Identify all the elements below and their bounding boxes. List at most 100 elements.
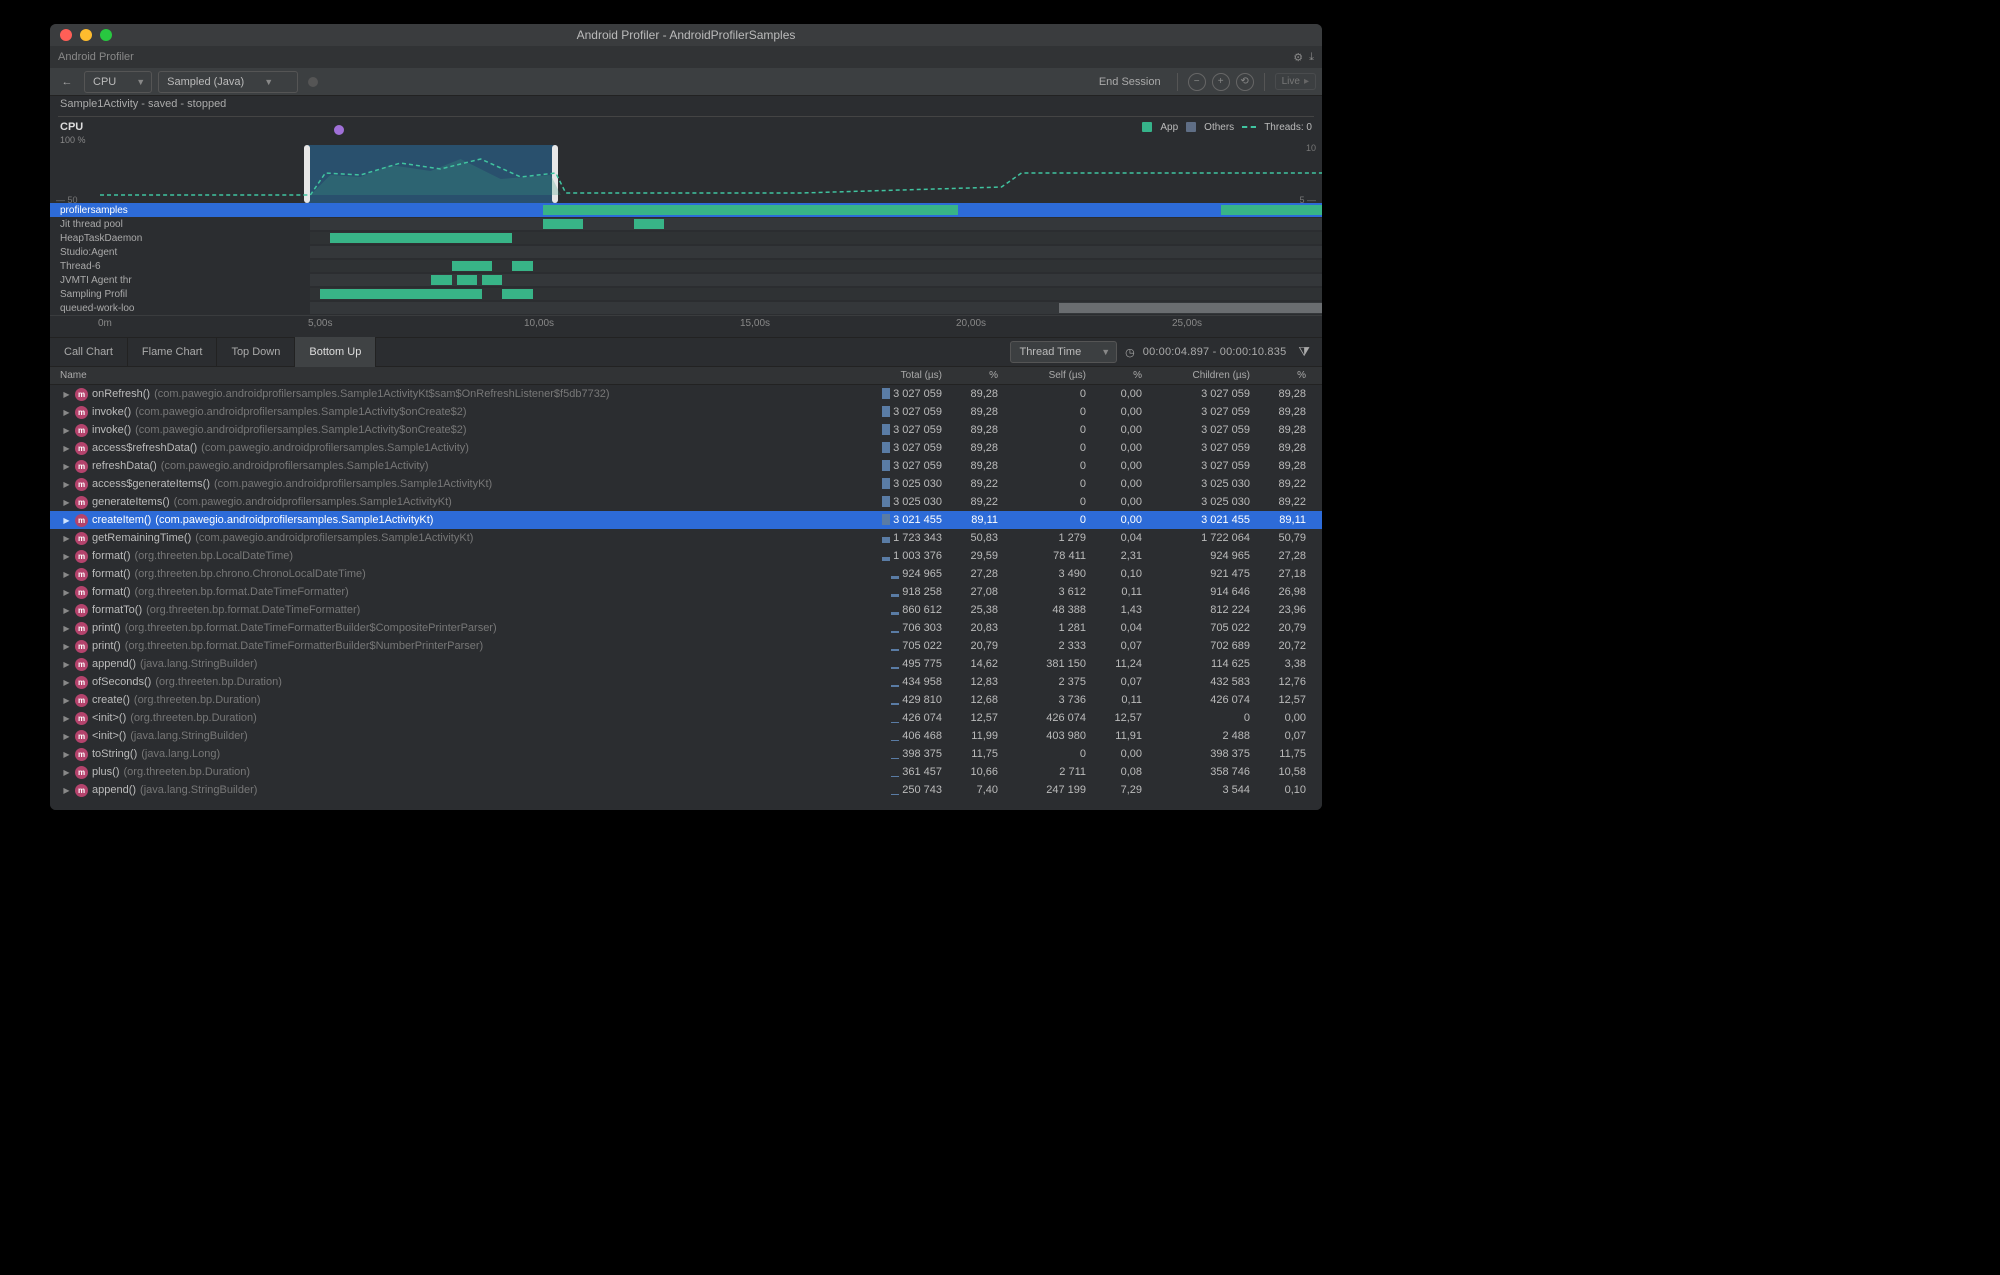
table-row[interactable]: ▶mappend() (java.lang.StringBuilder)250 …	[50, 781, 1322, 799]
expand-icon[interactable]: ▶	[62, 588, 71, 597]
thread-row[interactable]: Jit thread pool	[50, 217, 1322, 231]
table-row[interactable]: ▶mcreateItem() (com.pawegio.androidprofi…	[50, 511, 1322, 529]
table-row[interactable]: ▶mprint() (org.threeten.bp.format.DateTi…	[50, 637, 1322, 655]
tab-flame-chart[interactable]: Flame Chart	[128, 337, 218, 367]
total-bar-icon	[890, 747, 900, 761]
expand-icon[interactable]: ▶	[62, 750, 71, 759]
table-row[interactable]: ▶mformat() (org.threeten.bp.LocalDateTim…	[50, 547, 1322, 565]
tab-bottom-up[interactable]: Bottom Up	[295, 337, 376, 367]
expand-icon[interactable]: ▶	[62, 624, 71, 633]
cell-children: 812 224	[1148, 604, 1256, 616]
method-icon: m	[75, 658, 88, 671]
zoom-out-button[interactable]: −	[1188, 73, 1206, 91]
col-total-pct[interactable]: %	[948, 370, 1004, 381]
col-children[interactable]: Children (µs)	[1148, 370, 1256, 381]
thread-row[interactable]: JVMTI Agent thr	[50, 273, 1322, 287]
col-self-pct[interactable]: %	[1092, 370, 1148, 381]
col-self[interactable]: Self (µs)	[1004, 370, 1092, 381]
table-row[interactable]: ▶monRefresh() (com.pawegio.androidprofil…	[50, 385, 1322, 403]
thread-row[interactable]: Sampling Profil	[50, 287, 1322, 301]
table-row[interactable]: ▶minvoke() (com.pawegio.androidprofilers…	[50, 421, 1322, 439]
expand-icon[interactable]: ▶	[62, 480, 71, 489]
table-row[interactable]: ▶mtoString() (java.lang.Long)398 37511,7…	[50, 745, 1322, 763]
profiler-type-dropdown[interactable]: CPU ▼	[84, 71, 152, 93]
expand-icon[interactable]: ▶	[62, 552, 71, 561]
col-total[interactable]: Total (µs)	[858, 370, 948, 381]
gear-icon[interactable]: ⚙	[1293, 51, 1303, 64]
cell-children-pct: 0,07	[1256, 730, 1312, 742]
expand-icon[interactable]: ▶	[62, 660, 71, 669]
table-row[interactable]: ▶mformat() (org.threeten.bp.chrono.Chron…	[50, 565, 1322, 583]
expand-icon[interactable]: ▶	[62, 390, 71, 399]
live-button[interactable]: Live▸	[1275, 73, 1316, 90]
table-row[interactable]: ▶mcreate() (org.threeten.bp.Duration)429…	[50, 691, 1322, 709]
table-row[interactable]: ▶mformatTo() (org.threeten.bp.format.Dat…	[50, 601, 1322, 619]
table-row[interactable]: ▶mofSeconds() (org.threeten.bp.Duration)…	[50, 673, 1322, 691]
tab-call-chart[interactable]: Call Chart	[50, 337, 128, 367]
expand-icon[interactable]: ▶	[62, 642, 71, 651]
thread-time-dropdown[interactable]: Thread Time ▼	[1010, 341, 1117, 363]
zoom-in-button[interactable]: +	[1212, 73, 1230, 91]
back-button[interactable]: ←	[56, 71, 78, 93]
table-row[interactable]: ▶minvoke() (com.pawegio.androidprofilers…	[50, 403, 1322, 421]
minimize-panel-icon[interactable]: ⤓	[1309, 51, 1314, 64]
table-row[interactable]: ▶mappend() (java.lang.StringBuilder)495 …	[50, 655, 1322, 673]
cell-children: 914 646	[1148, 586, 1256, 598]
breadcrumb[interactable]: Android Profiler	[58, 51, 134, 63]
cpu-timeline-chart[interactable]: 10 — 50 5 —	[50, 145, 1322, 203]
table-row[interactable]: ▶mformat() (org.threeten.bp.format.DateT…	[50, 583, 1322, 601]
method-table[interactable]: ▶monRefresh() (com.pawegio.androidprofil…	[50, 385, 1322, 810]
row-name-cell: ▶m<init>() (org.threeten.bp.Duration)	[50, 712, 858, 725]
table-row[interactable]: ▶mgenerateItems() (com.pawegio.androidpr…	[50, 493, 1322, 511]
expand-icon[interactable]: ▶	[62, 534, 71, 543]
expand-icon[interactable]: ▶	[62, 732, 71, 741]
sampling-mode-dropdown[interactable]: Sampled (Java) ▼	[158, 71, 298, 93]
table-row[interactable]: ▶maccess$generateItems() (com.pawegio.an…	[50, 475, 1322, 493]
thread-row[interactable]: profilersamples	[50, 203, 1322, 217]
table-row[interactable]: ▶maccess$refreshData() (com.pawegio.andr…	[50, 439, 1322, 457]
expand-icon[interactable]: ▶	[62, 408, 71, 417]
expand-icon[interactable]: ▶	[62, 606, 71, 615]
table-row[interactable]: ▶m<init>() (java.lang.StringBuilder)406 …	[50, 727, 1322, 745]
thread-row[interactable]: Thread-6	[50, 259, 1322, 273]
expand-icon[interactable]: ▶	[62, 768, 71, 777]
col-name[interactable]: Name	[50, 370, 858, 381]
end-session-button[interactable]: End Session	[1099, 76, 1161, 88]
cell-self: 0	[1004, 460, 1092, 472]
cpu-scale-label: 100 %	[60, 135, 86, 145]
expand-icon[interactable]: ▶	[62, 786, 71, 795]
table-row[interactable]: ▶mplus() (org.threeten.bp.Duration)361 4…	[50, 763, 1322, 781]
package-name: (org.threeten.bp.Duration)	[124, 766, 251, 778]
expand-icon[interactable]: ▶	[62, 444, 71, 453]
col-children-pct[interactable]: %	[1256, 370, 1312, 381]
zoom-window-button[interactable]	[100, 29, 112, 41]
expand-icon[interactable]: ▶	[62, 678, 71, 687]
close-window-button[interactable]	[60, 29, 72, 41]
expand-icon[interactable]: ▶	[62, 714, 71, 723]
expand-icon[interactable]: ▶	[62, 426, 71, 435]
table-row[interactable]: ▶mprint() (org.threeten.bp.format.DateTi…	[50, 619, 1322, 637]
cell-total-pct: 11,75	[948, 748, 1004, 760]
total-bar-icon	[890, 585, 900, 599]
reset-zoom-button[interactable]: ⟲	[1236, 73, 1254, 91]
table-row[interactable]: ▶m<init>() (org.threeten.bp.Duration)426…	[50, 709, 1322, 727]
thread-row[interactable]: Studio:Agent	[50, 245, 1322, 259]
cell-total-pct: 89,28	[948, 460, 1004, 472]
method-icon: m	[75, 514, 88, 527]
method-name: access$refreshData()	[92, 442, 197, 454]
record-button[interactable]	[308, 77, 318, 87]
expand-icon[interactable]: ▶	[62, 516, 71, 525]
thread-time-label: Thread Time	[1019, 346, 1081, 358]
table-row[interactable]: ▶mgetRemainingTime() (com.pawegio.androi…	[50, 529, 1322, 547]
tab-top-down[interactable]: Top Down	[217, 337, 295, 367]
table-row[interactable]: ▶mrefreshData() (com.pawegio.androidprof…	[50, 457, 1322, 475]
method-name: toString()	[92, 748, 137, 760]
filter-icon[interactable]: ⧩	[1294, 344, 1314, 360]
expand-icon[interactable]: ▶	[62, 570, 71, 579]
expand-icon[interactable]: ▶	[62, 462, 71, 471]
expand-icon[interactable]: ▶	[62, 498, 71, 507]
thread-row[interactable]: queued-work-loo	[50, 301, 1322, 315]
minimize-window-button[interactable]	[80, 29, 92, 41]
thread-row[interactable]: HeapTaskDaemon	[50, 231, 1322, 245]
expand-icon[interactable]: ▶	[62, 696, 71, 705]
